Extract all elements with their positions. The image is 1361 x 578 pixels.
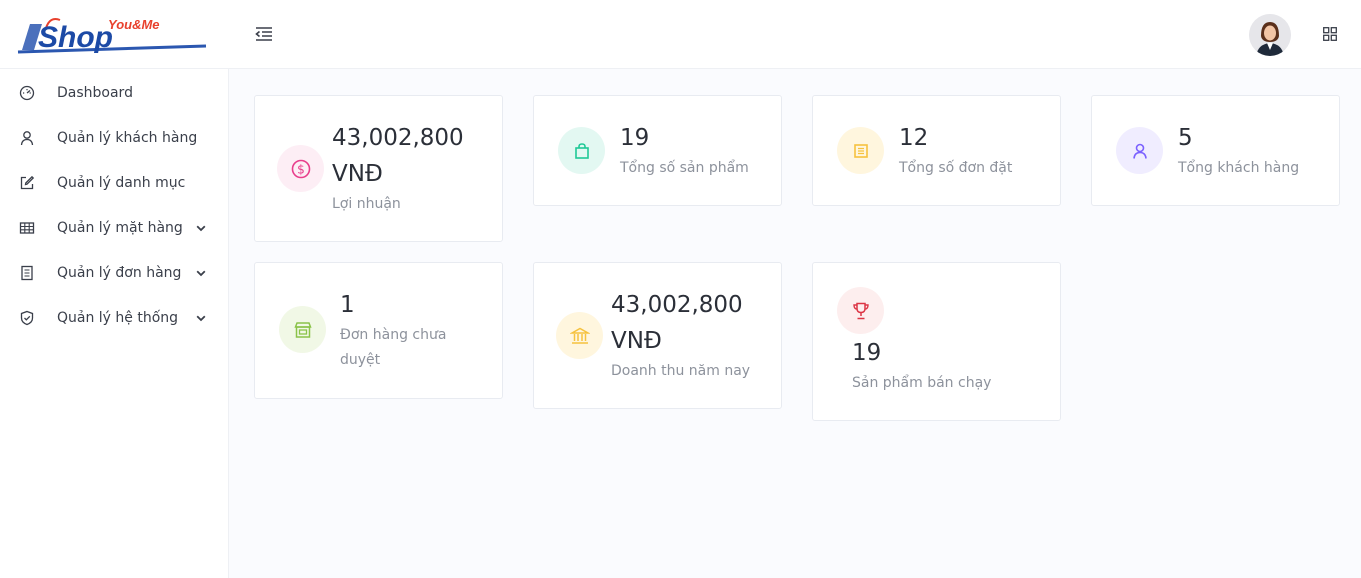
sidebar-item-dashboard[interactable]: Dashboard xyxy=(0,73,229,113)
stat-value: 19 xyxy=(620,125,650,151)
stat-label: Đơn hàng chưa xyxy=(340,327,447,343)
sidebar-item-label: Quản lý mặt hàng xyxy=(57,220,183,236)
menu-collapse-icon xyxy=(255,27,272,41)
sidebar-item-categories[interactable]: Quản lý danh mục xyxy=(0,163,229,203)
store-icon xyxy=(279,306,326,353)
stat-card-revenue[interactable]: 43,002,800 VNĐ Doanh thu năm nay xyxy=(533,262,782,409)
svg-text:$: $ xyxy=(297,162,305,176)
avatar-icon xyxy=(1249,14,1291,56)
stat-value: 5 xyxy=(1178,125,1193,151)
shopping-bag-icon xyxy=(558,127,605,174)
sidebar-item-label: Quản lý danh mục xyxy=(57,175,186,191)
stat-value-unit: VNĐ xyxy=(332,161,383,187)
sidebar-item-orders[interactable]: Quản lý đơn hàng xyxy=(0,253,229,293)
shield-icon xyxy=(18,309,36,327)
table-icon xyxy=(18,219,36,237)
apps-grid-button[interactable] xyxy=(1318,22,1342,46)
chevron-down-icon xyxy=(194,221,208,235)
order-list-icon xyxy=(837,127,884,174)
menu-collapse-button[interactable] xyxy=(252,22,276,46)
stat-label: Tổng số sản phẩm xyxy=(620,160,749,176)
stat-label-line2: duyệt xyxy=(340,352,381,368)
sidebar-item-customers[interactable]: Quản lý khách hàng xyxy=(0,118,229,158)
sidebar-item-label: Quản lý khách hàng xyxy=(57,130,198,146)
sidebar-item-products[interactable]: Quản lý mặt hàng xyxy=(0,208,229,248)
dashboard-gauge-icon xyxy=(18,84,36,102)
trophy-icon xyxy=(837,287,884,334)
sidebar-item-label: Dashboard xyxy=(57,85,133,101)
top-bar: Shop You&Me xyxy=(0,0,1361,69)
stat-card-profit[interactable]: $ 43,002,800 VNĐ Lợi nhuận xyxy=(254,95,503,242)
stat-card-customers[interactable]: 5 Tổng khách hàng xyxy=(1091,95,1340,206)
stat-value: 43,002,800 xyxy=(611,292,743,318)
stat-card-pending-orders[interactable]: 1 Đơn hàng chưa duyệt xyxy=(254,262,503,399)
chevron-down-icon xyxy=(194,266,208,280)
stat-value: 1 xyxy=(340,292,355,318)
stat-label: Doanh thu năm nay xyxy=(611,363,751,379)
stat-card-products[interactable]: 19 Tổng số sản phẩm xyxy=(533,95,782,206)
sidebar: Dashboard Quản lý khách hàng Quản lý dan… xyxy=(0,69,229,578)
bank-icon xyxy=(556,312,603,359)
stat-value: 19 xyxy=(852,340,882,366)
sidebar-item-label: Quản lý hệ thống xyxy=(57,310,179,326)
stat-label: Tổng số đơn đặt xyxy=(899,160,1013,176)
sidebar-item-system[interactable]: Quản lý hệ thống xyxy=(0,298,229,338)
grid-apps-icon xyxy=(1323,27,1337,41)
logo[interactable]: Shop You&Me xyxy=(16,14,212,54)
stat-card-orders[interactable]: 12 Tổng số đơn đặt xyxy=(812,95,1061,206)
user-avatar[interactable] xyxy=(1249,14,1291,56)
receipt-icon xyxy=(18,264,36,282)
logo-small-text: You&Me xyxy=(108,17,160,32)
shop-logo-icon: Shop You&Me xyxy=(17,17,207,54)
stat-label: Tổng khách hàng xyxy=(1178,160,1300,176)
dollar-coin-icon: $ xyxy=(277,145,324,192)
stat-value-unit: VNĐ xyxy=(611,328,662,354)
sidebar-item-label: Quản lý đơn hàng xyxy=(57,265,182,281)
stat-card-best-sellers[interactable]: 19 Sản phẩm bán chạy xyxy=(812,262,1061,421)
user-icon xyxy=(1116,127,1163,174)
stat-value: 12 xyxy=(899,125,929,151)
logo-big-text: Shop xyxy=(38,21,113,54)
stat-value: 43,002,800 xyxy=(332,125,464,151)
edit-icon xyxy=(18,174,36,192)
chevron-down-icon xyxy=(194,311,208,325)
user-icon xyxy=(18,129,36,147)
stat-label: Sản phẩm bán chạy xyxy=(852,375,992,391)
stat-label: Lợi nhuận xyxy=(332,196,401,212)
